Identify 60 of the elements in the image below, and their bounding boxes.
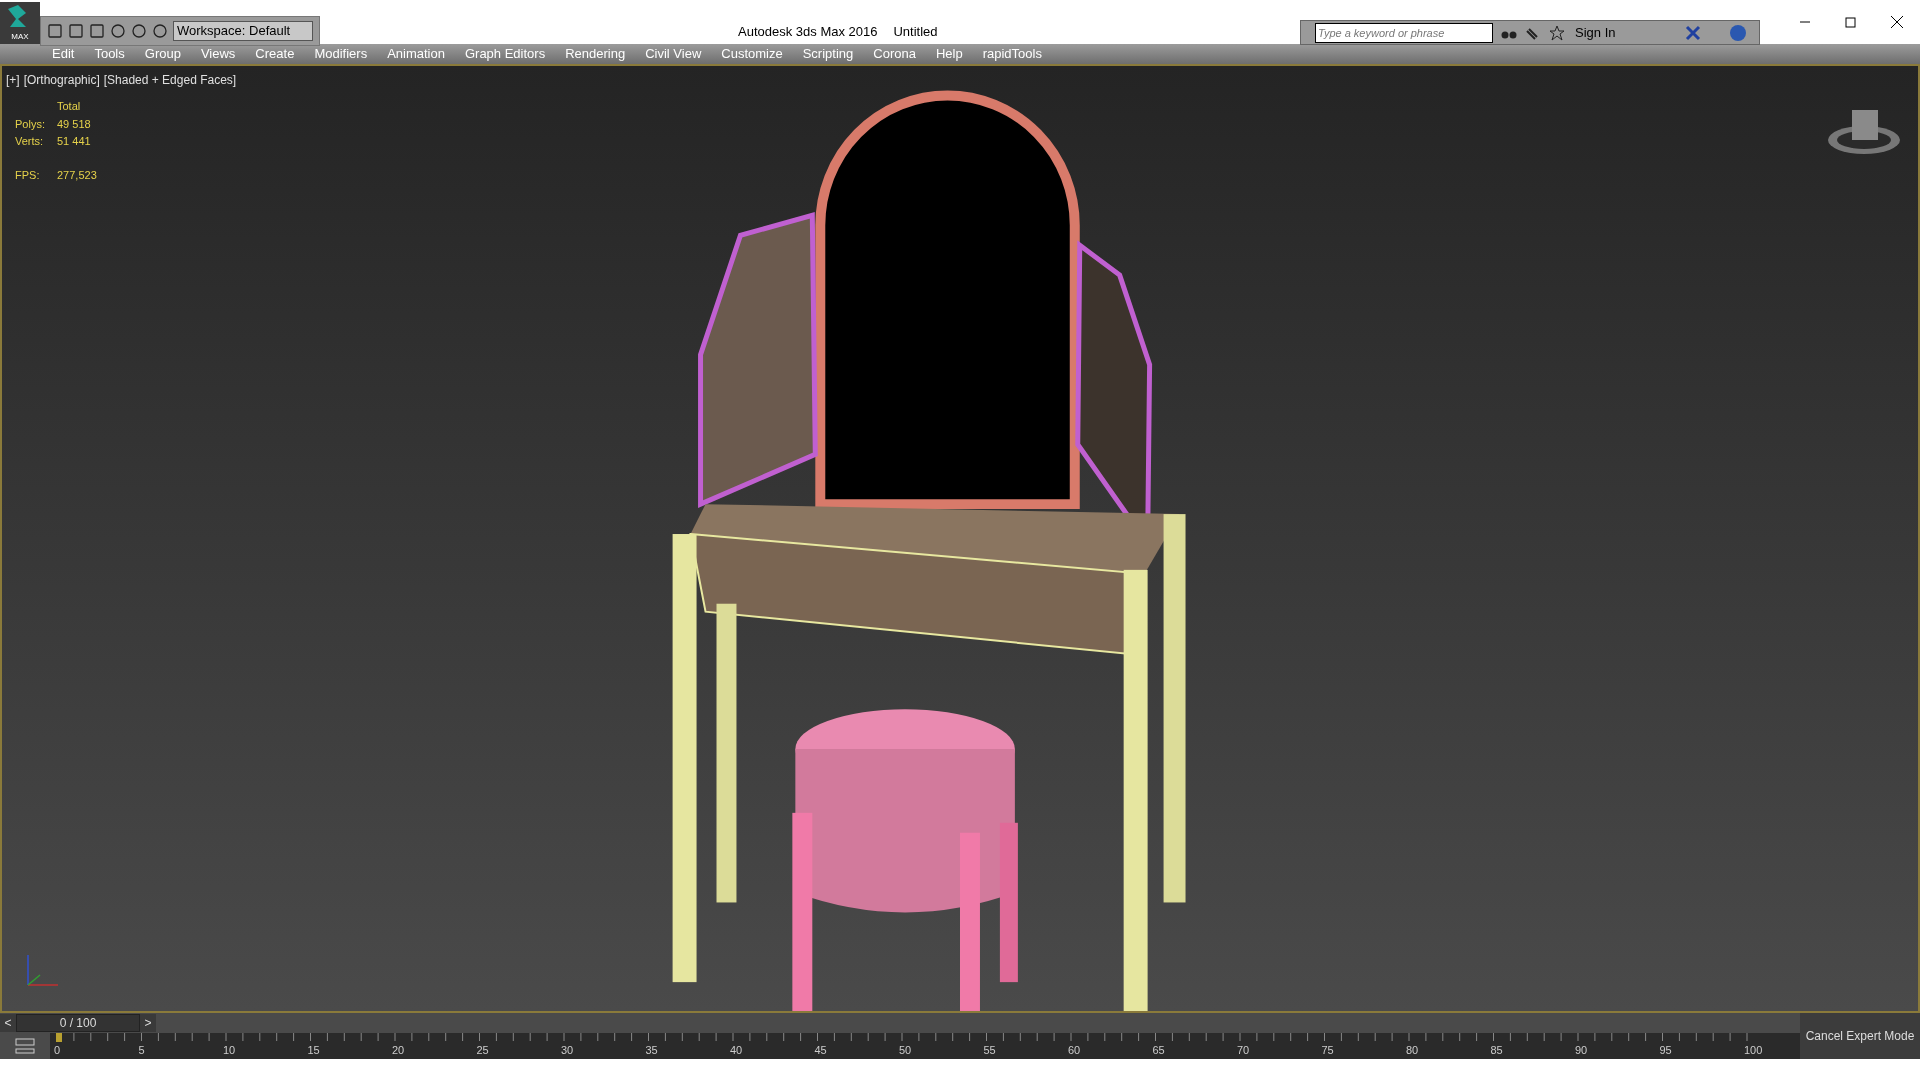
stat-value: 49 518: [57, 116, 92, 132]
frame-number: 20: [392, 1043, 405, 1058]
menu-item[interactable]: Rendering: [565, 44, 626, 64]
frame-number: 0: [54, 1043, 61, 1058]
viewport-label[interactable]: [Shaded + Edged Faces]: [103, 71, 237, 89]
frame-number: 80: [1406, 1043, 1419, 1058]
menu-item[interactable]: Group: [144, 44, 181, 64]
viewport-label[interactable]: [Orthographic]: [23, 71, 100, 89]
frame-number: 5: [138, 1043, 145, 1058]
frame-counter: 0 / 100: [16, 1014, 140, 1032]
app-button[interactable]: MAX: [0, 2, 40, 44]
menu-item[interactable]: Modifiers: [314, 44, 368, 64]
frame-number: 10: [223, 1043, 236, 1058]
frame-number: 65: [1152, 1043, 1165, 1058]
menu-item[interactable]: Edit: [52, 44, 75, 64]
stat-label: Polys:: [15, 116, 46, 132]
frame-marker[interactable]: [56, 1033, 62, 1042]
menu-item[interactable]: Scripting: [802, 44, 854, 64]
track-bar-toggle-icon[interactable]: [15, 1037, 35, 1055]
frame-number: 50: [899, 1043, 912, 1058]
fps-label: FPS:: [15, 167, 41, 183]
menu-item[interactable]: Help: [935, 44, 963, 64]
cancel-expert-mode-button[interactable]: Cancel Expert Mode: [1800, 1013, 1920, 1059]
time-slider-thumb[interactable]: < 0 / 100 >: [0, 1014, 156, 1032]
app-title: Autodesk 3ds Max 2016: [738, 23, 878, 41]
frame-number: 90: [1575, 1043, 1588, 1058]
next-frame-button[interactable]: >: [140, 1014, 156, 1032]
logo-icon: [6, 5, 28, 29]
frame-number: 60: [1068, 1043, 1081, 1058]
frame-number: 100: [1744, 1043, 1763, 1058]
menu-item[interactable]: Graph Editors: [464, 44, 546, 64]
menu-item[interactable]: Civil View: [645, 44, 702, 64]
frame-number: 70: [1237, 1043, 1250, 1058]
frame-number: 35: [645, 1043, 658, 1058]
frame-number: 55: [983, 1043, 996, 1058]
menu-item[interactable]: Animation: [387, 44, 445, 64]
viewport-label[interactable]: [+]: [6, 71, 20, 89]
frame-number: 15: [307, 1043, 320, 1058]
workspace-dropdown[interactable]: Workspace: Default: [173, 21, 313, 41]
frame-number: 95: [1659, 1043, 1672, 1058]
star-icon[interactable]: [1549, 24, 1565, 41]
menu-item[interactable]: rapidTools: [982, 44, 1042, 64]
document-title: Untitled: [893, 23, 938, 41]
menu-item[interactable]: Customize: [721, 44, 783, 64]
menu-item[interactable]: Corona: [873, 44, 916, 64]
frame-number: 85: [1490, 1043, 1503, 1058]
menu-item[interactable]: Tools: [94, 44, 125, 64]
menu-item[interactable]: Create: [255, 44, 295, 64]
menu-item[interactable]: Views: [200, 44, 236, 64]
stat-label: Verts:: [15, 134, 45, 149]
stat-value: 51 441: [57, 134, 92, 149]
stats-heading: Total: [57, 99, 82, 114]
fps-value: 277,523: [57, 167, 97, 183]
previous-frame-button[interactable]: <: [0, 1014, 16, 1032]
frame-number: 45: [814, 1043, 827, 1058]
frame-number: 75: [1321, 1043, 1334, 1058]
frame-number: 30: [561, 1043, 574, 1058]
frame-number: 25: [476, 1043, 489, 1058]
frame-number: 40: [730, 1043, 743, 1058]
search-field[interactable]: Type a keyword or phrase: [1315, 22, 1493, 43]
